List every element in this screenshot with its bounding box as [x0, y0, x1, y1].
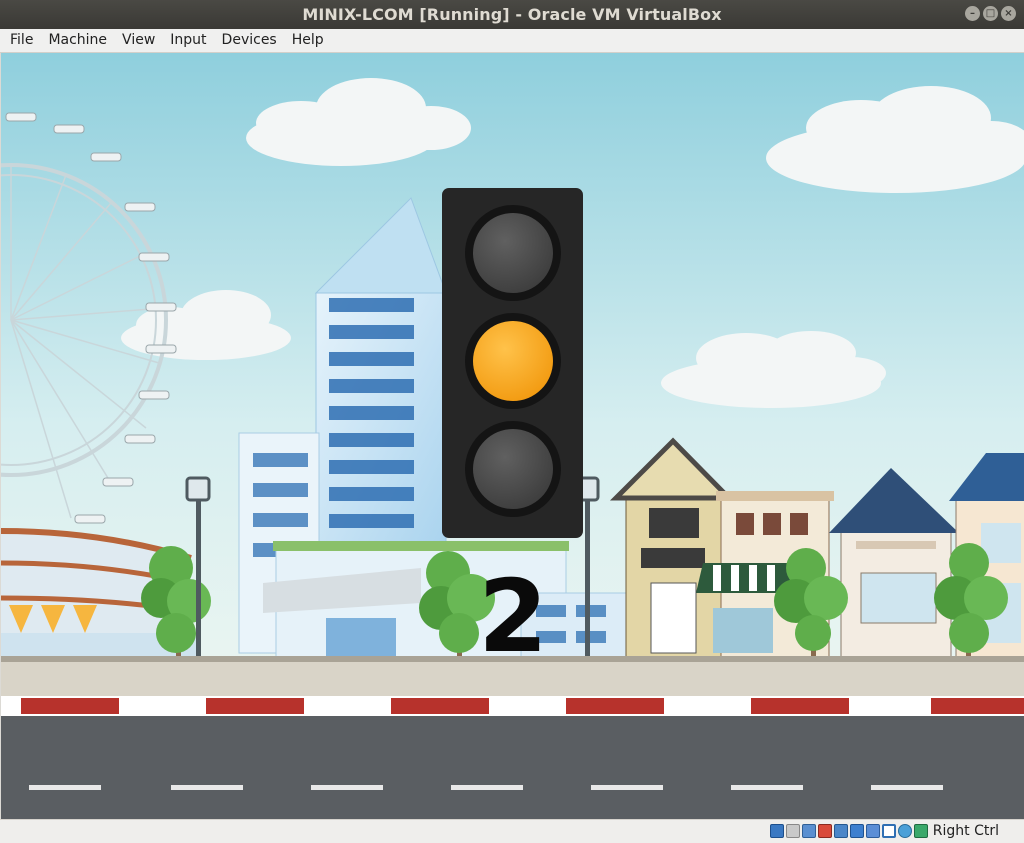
menu-machine[interactable]: Machine: [40, 29, 114, 52]
menu-help[interactable]: Help: [284, 29, 331, 52]
menu-bar: File Machine View Input Devices Help: [0, 29, 1024, 53]
usb-icon[interactable]: [834, 824, 848, 838]
status-bar: Right Ctrl: [0, 819, 1024, 843]
city-scene: 2: [1, 53, 1024, 819]
video-capture-icon[interactable]: [882, 824, 896, 838]
minimize-icon[interactable]: –: [965, 6, 980, 21]
green-lamp-off: [473, 429, 553, 509]
menu-input[interactable]: Input: [162, 29, 213, 52]
red-lamp-off: [473, 213, 553, 293]
network-icon[interactable]: [818, 824, 832, 838]
vm-display[interactable]: 2: [1, 53, 1024, 819]
window-title: MINIX-LCOM [Running] - Oracle VM Virtual…: [302, 5, 722, 24]
amber-lamp-on: [473, 321, 553, 401]
optical-drive-icon[interactable]: [786, 824, 800, 838]
keyboard-capture-icon[interactable]: [914, 824, 928, 838]
menu-file[interactable]: File: [0, 29, 40, 52]
display-icon[interactable]: [866, 824, 880, 838]
window-controls: – □ ×: [965, 6, 1016, 21]
street: [1, 656, 1024, 819]
status-icons: [770, 824, 928, 838]
menu-devices[interactable]: Devices: [214, 29, 284, 52]
traffic-light: [442, 188, 583, 538]
shared-folders-icon[interactable]: [850, 824, 864, 838]
maximize-icon[interactable]: □: [983, 6, 998, 21]
menu-view[interactable]: View: [114, 29, 162, 52]
hard-disk-icon[interactable]: [770, 824, 784, 838]
audio-icon[interactable]: [802, 824, 816, 838]
mouse-integration-icon[interactable]: [898, 824, 912, 838]
close-icon[interactable]: ×: [1001, 6, 1016, 21]
countdown-number: 2: [478, 558, 548, 675]
host-key-label: Right Ctrl: [932, 823, 999, 839]
window-titlebar: MINIX-LCOM [Running] - Oracle VM Virtual…: [0, 0, 1024, 29]
